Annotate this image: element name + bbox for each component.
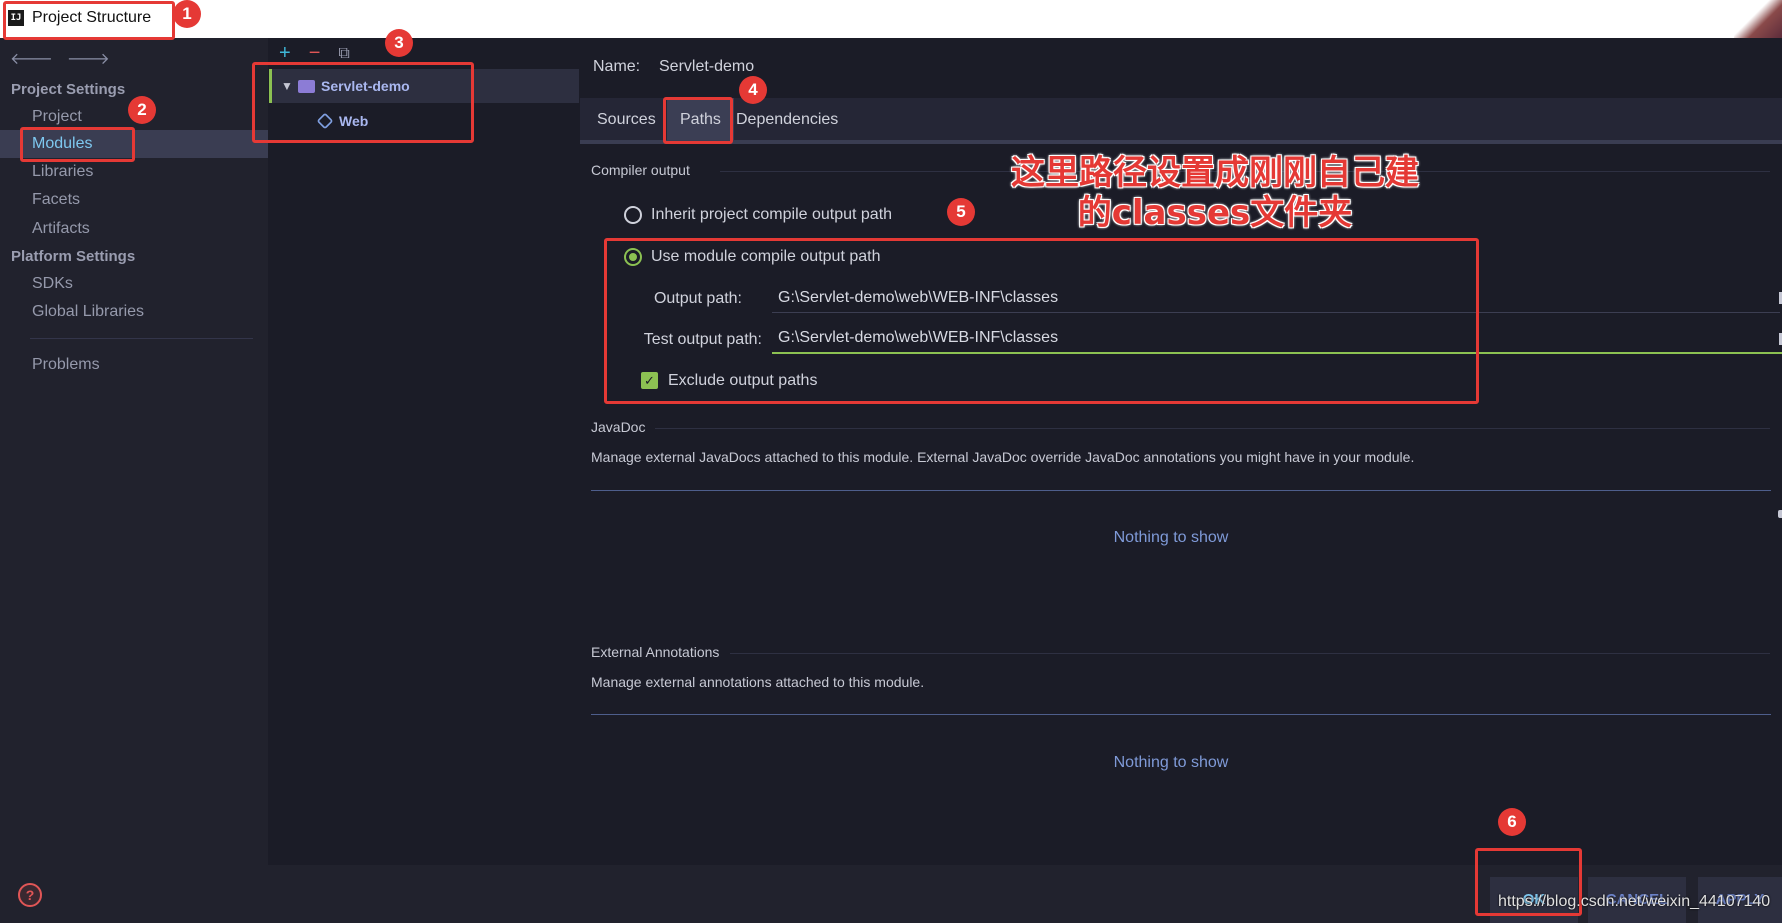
javadoc-description: Manage external JavaDocs attached to thi… [591, 449, 1415, 465]
window-corner-decoration [1734, 0, 1782, 40]
inherit-output-radio[interactable] [624, 206, 642, 224]
title-bar: IJ Project Structure [0, 0, 1782, 40]
sidebar-item-facets[interactable]: Facets [0, 186, 268, 214]
tab-strip: Sources Paths Dependencies [580, 98, 1782, 142]
annotation-number-2: 2 [128, 96, 156, 124]
window-title: Project Structure [32, 9, 152, 26]
javadoc-empty-text: Nothing to show [1113, 529, 1229, 546]
copy-icon[interactable]: ⧉ [338, 45, 349, 65]
intellij-idea-icon: IJ [8, 10, 24, 26]
exclude-output-label[interactable]: Exclude output paths [668, 372, 817, 390]
compiler-output-title: Compiler output [591, 162, 690, 178]
module-name-label: Servlet-demo [321, 78, 410, 94]
project-settings-header: Project Settings [11, 81, 126, 98]
arrow-left-icon[interactable]: 🡐 [10, 48, 53, 69]
nav-arrows: 🡐 🡒 [10, 48, 110, 69]
chevron-down-icon[interactable]: ▼ [281, 69, 293, 103]
tree-toolbar: + − ⧉ [279, 42, 350, 65]
annotations-empty-text: Nothing to show [1113, 754, 1229, 771]
output-path-label: Output path: [653, 290, 742, 307]
name-label: Name: [593, 58, 641, 75]
use-module-output-radio[interactable] [624, 248, 642, 266]
output-path-input[interactable] [772, 283, 1780, 313]
annotations-section-line [730, 653, 1770, 654]
sidebar-item-sdks[interactable]: SDKs [0, 270, 268, 298]
watermark-text: https://blog.csdn.net/weixin_44107140 [1498, 893, 1771, 910]
help-icon[interactable]: ? [18, 883, 42, 907]
arrow-right-icon[interactable]: 🡒 [67, 48, 110, 69]
tab-underline [580, 140, 1782, 144]
sidebar-item-modules[interactable]: Modules [0, 130, 268, 158]
annotation-note-line1: 这里路径设置成刚刚自己建 [1011, 153, 1419, 193]
external-annotations-title: External Annotations [591, 644, 720, 660]
module-name-field[interactable]: Servlet-demo [659, 58, 754, 76]
web-facet-label: Web [339, 113, 369, 129]
sidebar-item-libraries[interactable]: Libraries [0, 158, 268, 186]
add-icon[interactable]: + [279, 42, 291, 65]
javadoc-section-line [655, 428, 1770, 429]
test-output-path-label: Test output path: [643, 331, 762, 348]
sidebar-item-problems[interactable]: Problems [0, 351, 268, 379]
test-output-path-input[interactable] [772, 324, 1782, 354]
annotations-table-border [591, 714, 1771, 715]
sidebar-divider [30, 338, 253, 339]
annotation-number-1: 1 [173, 0, 201, 28]
tab-sources[interactable]: Sources [589, 98, 664, 142]
javadoc-title: JavaDoc [591, 419, 646, 435]
sidebar-item-global-libraries[interactable]: Global Libraries [0, 298, 268, 326]
annotation-number-4: 4 [739, 76, 767, 104]
annotation-number-3: 3 [385, 29, 413, 57]
javadoc-side-handle[interactable] [1778, 510, 1782, 518]
annotation-number-6: 6 [1498, 808, 1526, 836]
platform-settings-header: Platform Settings [11, 248, 136, 265]
inherit-output-label[interactable]: Inherit project compile output path [651, 206, 892, 224]
tree-node-module[interactable]: ▼ Servlet-demo [269, 69, 579, 103]
remove-icon[interactable]: − [309, 42, 321, 65]
javadoc-table-border [591, 490, 1771, 491]
tab-paths[interactable]: Paths [667, 98, 734, 142]
sidebar-item-artifacts[interactable]: Artifacts [0, 215, 268, 243]
module-folder-icon [298, 80, 315, 93]
web-facet-icon [316, 112, 334, 130]
tab-dependencies[interactable]: Dependencies [732, 98, 842, 142]
exclude-output-checkbox[interactable]: ✓ [641, 372, 658, 389]
settings-sidebar: 🡐 🡒 Project Settings Project Modules Lib… [0, 38, 268, 865]
annotations-description: Manage external annotations attached to … [591, 674, 925, 690]
module-tree-panel: + − ⧉ ▼ Servlet-demo Web [269, 38, 579, 865]
use-module-output-label[interactable]: Use module compile output path [651, 248, 880, 266]
tree-node-web-facet[interactable]: Web [269, 104, 579, 138]
annotation-note-line2: 的classes文件夹 [1077, 193, 1353, 233]
